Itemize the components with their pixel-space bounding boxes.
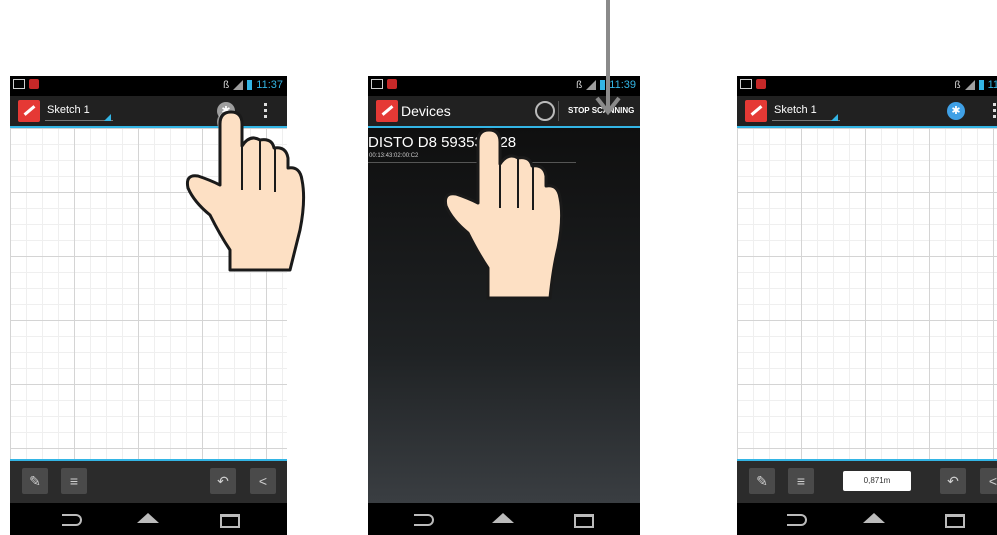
recent-apps-icon[interactable] (945, 514, 965, 528)
signal-icon (964, 80, 975, 90)
app-notification-icon (387, 79, 397, 89)
device-address: 00:13:43:02:00:C2 (369, 153, 419, 159)
navigation-bar (737, 503, 997, 535)
recent-apps-icon[interactable] (574, 514, 594, 528)
down-arrow-icon (595, 0, 621, 116)
bluetooth-icon[interactable]: ✱ (947, 102, 965, 120)
bluetooth-status-icon: ß (954, 79, 961, 91)
app-logo-icon[interactable] (745, 100, 767, 122)
tap-hand-icon (444, 128, 564, 300)
bluetooth-status-icon: ß (223, 79, 230, 91)
back-icon[interactable] (787, 514, 807, 526)
home-icon[interactable] (863, 513, 885, 523)
list-icon[interactable]: ≡ (61, 468, 87, 494)
status-bar: ß 11 (737, 76, 997, 96)
list-icon[interactable]: ≡ (788, 468, 814, 494)
devices-title: Devices (401, 103, 451, 119)
home-icon[interactable] (492, 513, 514, 523)
recent-apps-icon[interactable] (220, 514, 240, 528)
undo-icon[interactable]: ↶ (210, 468, 236, 494)
pen-icon[interactable]: ✎ (749, 468, 775, 494)
overflow-menu-icon[interactable] (993, 103, 997, 121)
signal-icon (233, 80, 244, 90)
app-notification-icon (29, 79, 39, 89)
action-bar: Sketch 1 ✱ (737, 96, 997, 128)
battery-icon (978, 80, 984, 90)
status-time: 11 (987, 79, 997, 91)
sketch-canvas[interactable] (737, 128, 997, 459)
divider (558, 101, 559, 121)
screenshot-icon (740, 79, 752, 89)
sketch-title[interactable]: Sketch 1 (47, 104, 90, 116)
tap-hand-icon (186, 110, 306, 272)
navigation-bar (368, 503, 640, 535)
battery-icon (247, 80, 253, 90)
bottom-toolbar: ✎ ≡ ↶ < (10, 459, 287, 503)
phone-screen-3: ß 11 Sketch 1 ✱ ✎ ≡ 0,871m ↶ < (737, 76, 997, 535)
navigation-bar (10, 503, 287, 535)
status-bar: ß 11:37 (10, 76, 287, 96)
share-icon[interactable]: < (980, 468, 997, 494)
app-notification-icon (756, 79, 766, 89)
home-icon[interactable] (137, 513, 159, 523)
back-icon[interactable] (414, 514, 434, 526)
app-logo-icon[interactable] (376, 100, 398, 122)
pen-icon[interactable]: ✎ (22, 468, 48, 494)
back-icon[interactable] (62, 514, 82, 526)
screenshot-icon (371, 79, 383, 89)
screenshot-icon (13, 79, 25, 89)
undo-icon[interactable]: ↶ (940, 468, 966, 494)
measurement-value: 0,871m (843, 471, 911, 491)
sketch-title[interactable]: Sketch 1 (774, 104, 817, 116)
status-time: 11:37 (256, 79, 283, 91)
scanning-spinner-icon (535, 101, 555, 121)
spinner-underline (772, 120, 840, 121)
app-logo-icon[interactable] (18, 100, 40, 122)
bottom-toolbar: ✎ ≡ 0,871m ↶ < (737, 459, 997, 503)
share-icon[interactable]: < (250, 468, 276, 494)
bluetooth-status-icon: ß (576, 79, 583, 91)
dropdown-indicator-icon[interactable] (831, 114, 838, 121)
spinner-underline (45, 120, 113, 121)
dropdown-indicator-icon[interactable] (104, 114, 111, 121)
